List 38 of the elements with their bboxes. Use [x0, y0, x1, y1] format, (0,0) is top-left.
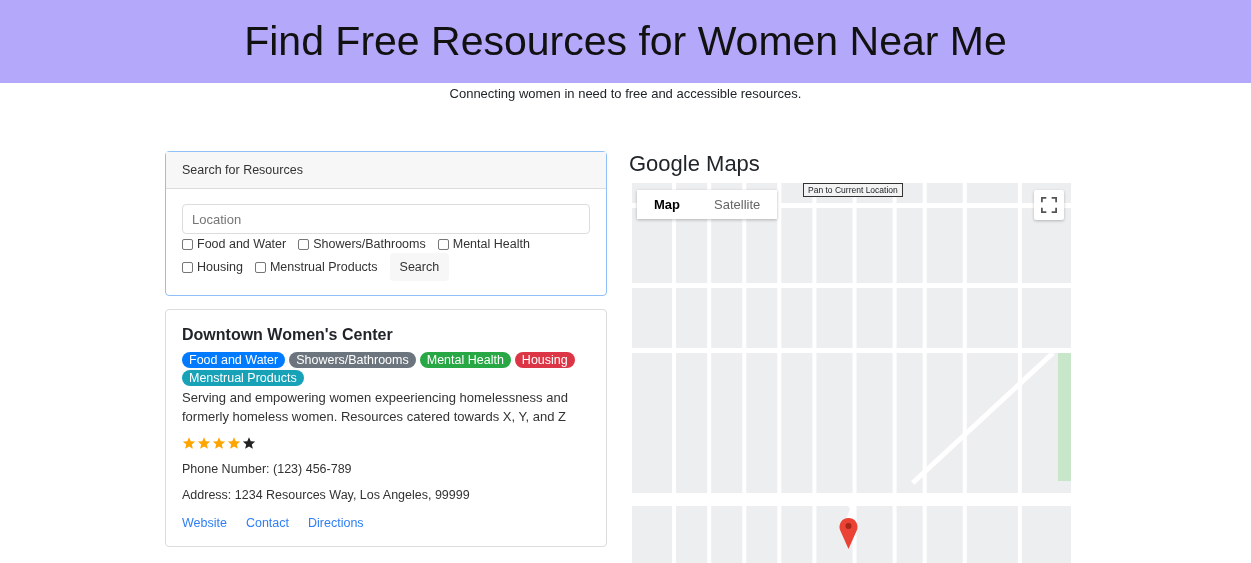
address-text: Address: 1234 Resources Way, Los Angeles, 99999	[182, 488, 471, 502]
resource-name: Downtown Women's Center	[182, 326, 394, 344]
category-label: Menstrual Products	[269, 260, 378, 274]
category-label: Housing	[197, 260, 243, 274]
resource-link[interactable]: Directions	[308, 516, 364, 530]
phone-number: Phone Number: (123) 456-789	[182, 462, 353, 476]
category-checkbox[interactable]	[182, 238, 193, 250]
map-type-tab[interactable]: Satellite	[697, 190, 778, 219]
category-tag: Mental Health	[419, 352, 511, 368]
fullscreen-icon	[1041, 197, 1057, 213]
page-title: Find Free Resources for Women Near Me	[244, 18, 1007, 65]
category-tag: Housing	[514, 352, 575, 368]
star-icon	[197, 436, 211, 450]
map-type-tab[interactable]: Map	[637, 190, 697, 219]
pan-location-tooltip[interactable]: Pan to Current Location	[803, 183, 903, 197]
map-heading: Google Maps	[629, 151, 761, 177]
category-checkbox[interactable]	[437, 238, 449, 250]
star-icon	[227, 436, 241, 450]
resource-description: Serving and empowering women expeeriencing homelessness and formerly homeless women. Resources catered towards X, Y, and Z	[182, 389, 569, 426]
category-tag: Showers/Bathrooms	[289, 352, 416, 368]
resource-link[interactable]: Website	[182, 516, 227, 530]
category-label: Mental Health	[452, 237, 530, 251]
fullscreen-button[interactable]	[1034, 190, 1064, 220]
star-icon	[242, 436, 256, 450]
category-checkbox[interactable]	[182, 261, 193, 273]
category-tag: Food and Water	[182, 352, 286, 368]
category-checkbox[interactable]	[254, 261, 266, 273]
resource-link[interactable]: Contact	[245, 516, 290, 530]
search-card-title: Search for Resources	[166, 152, 606, 189]
category-checkbox[interactable]	[298, 238, 310, 250]
page-subtitle: Connecting women in need to free and accessible resources.	[448, 86, 803, 102]
star-icon	[182, 436, 196, 450]
category-label: Food and Water	[197, 237, 287, 251]
category-tag: Menstrual Products	[182, 370, 304, 386]
location-field[interactable]: Location	[182, 204, 590, 234]
search-button[interactable]: Search	[389, 253, 450, 281]
star-icon	[212, 436, 226, 450]
category-label: Showers/Bathrooms	[313, 237, 426, 251]
